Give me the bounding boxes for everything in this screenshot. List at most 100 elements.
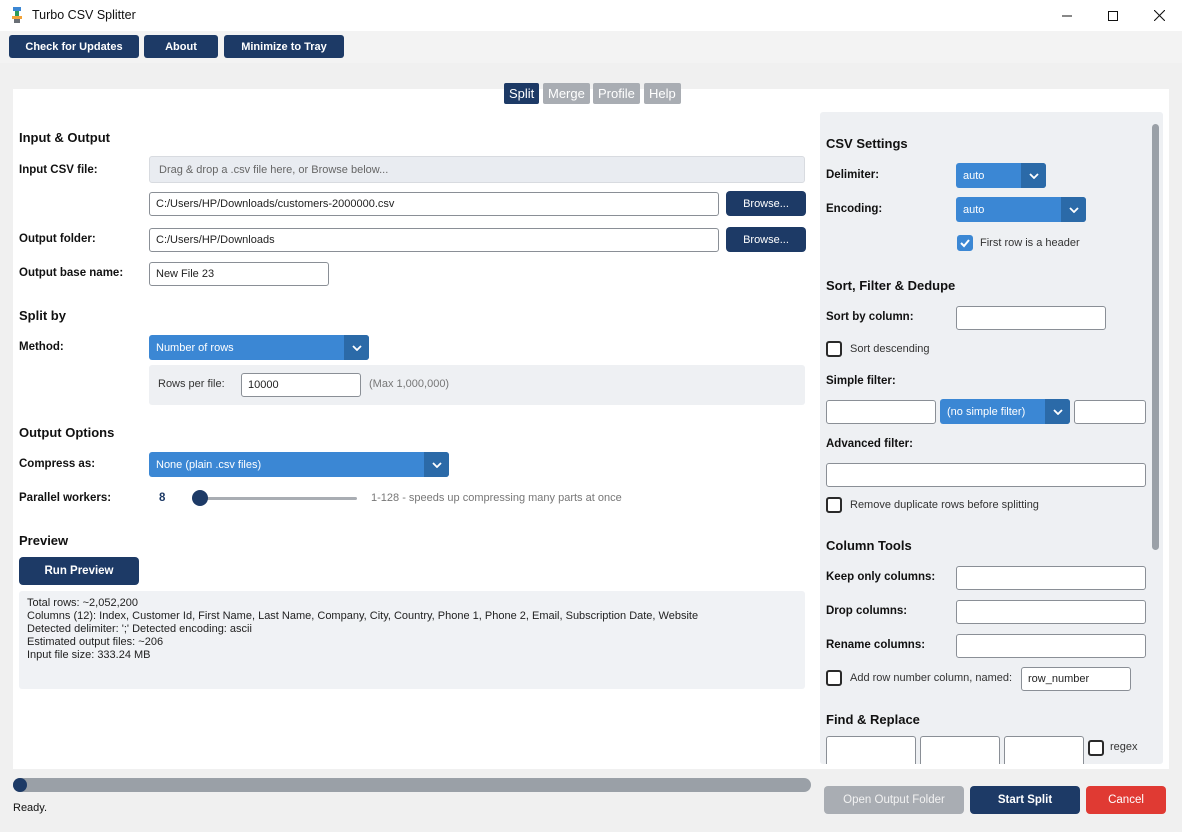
drop-zone[interactable]: Drag & drop a .csv file here, or Browse … xyxy=(149,156,805,183)
tab-merge[interactable]: Merge xyxy=(543,83,590,104)
method-label: Method: xyxy=(19,341,64,353)
find-input[interactable] xyxy=(826,736,916,764)
method-value: Number of rows xyxy=(156,341,234,354)
keep-columns-input[interactable] xyxy=(956,566,1146,590)
regex-checkbox[interactable] xyxy=(1088,740,1104,756)
simple-filter-label: Simple filter: xyxy=(826,375,896,387)
keep-columns-label: Keep only columns: xyxy=(826,571,936,583)
rows-max-hint: (Max 1,000,000) xyxy=(369,378,450,390)
preview-output: Total rows: ~2,052,200 Columns (12): Ind… xyxy=(19,591,805,689)
find-replace-title: Find & Replace xyxy=(826,712,920,727)
cancel-button[interactable]: Cancel xyxy=(1086,786,1166,814)
rows-per-file-label: Rows per file: xyxy=(158,378,225,390)
row-number-label: Add row number column, named: xyxy=(850,672,1013,684)
simple-filter-value-input[interactable] xyxy=(1074,400,1146,424)
window-title: Turbo CSV Splitter xyxy=(32,8,136,22)
minimize-tray-button[interactable]: Minimize to Tray xyxy=(224,35,344,58)
open-output-folder-button[interactable]: Open Output Folder xyxy=(824,786,964,814)
delimiter-value: auto xyxy=(963,169,985,182)
tab-help[interactable]: Help xyxy=(644,83,681,104)
chevron-down-icon xyxy=(344,335,369,360)
title-bar: Turbo CSV Splitter xyxy=(0,0,1182,31)
start-split-button[interactable]: Start Split xyxy=(970,786,1080,814)
tab-split[interactable]: Split xyxy=(504,83,540,104)
sort-column-label: Sort by column: xyxy=(826,311,914,323)
maximize-window-button[interactable] xyxy=(1090,0,1136,31)
run-preview-button[interactable]: Run Preview xyxy=(19,557,139,585)
regex-label: regex xyxy=(1110,741,1138,753)
row-number-checkbox[interactable] xyxy=(826,670,842,686)
encoding-value: auto xyxy=(963,203,985,216)
rows-per-file-input[interactable]: 10000 xyxy=(241,373,361,397)
progress-indicator xyxy=(13,778,27,792)
chevron-down-icon xyxy=(1021,163,1046,188)
sort-column-input[interactable] xyxy=(956,306,1106,330)
workers-value: 8 xyxy=(159,492,166,504)
tab-profile[interactable]: Profile xyxy=(593,83,640,104)
output-basename-label: Output base name: xyxy=(19,267,124,279)
browse-output-button[interactable]: Browse... xyxy=(726,227,806,252)
compress-value: None (plain .csv files) xyxy=(156,458,262,471)
column-tools-title: Column Tools xyxy=(826,538,912,553)
preview-line: Estimated output files: ~206 xyxy=(27,636,164,648)
maximize-icon xyxy=(1108,10,1118,21)
workers-slider-thumb[interactable] xyxy=(192,490,208,506)
replace-column-input[interactable] xyxy=(1004,736,1084,764)
input-csv-label: Input CSV file: xyxy=(19,164,98,176)
advanced-filter-input[interactable] xyxy=(826,463,1146,487)
rename-columns-input[interactable] xyxy=(956,634,1146,658)
advanced-filter-label: Advanced filter: xyxy=(826,438,913,450)
csv-settings-title: CSV Settings xyxy=(826,136,908,151)
rename-columns-label: Rename columns: xyxy=(826,639,926,651)
input-output-title: Input & Output xyxy=(19,130,110,145)
drop-columns-label: Drop columns: xyxy=(826,605,908,617)
simple-filter-operator-select[interactable]: (no simple filter) xyxy=(940,399,1070,424)
about-button[interactable]: About xyxy=(144,35,218,58)
compress-label: Compress as: xyxy=(19,458,96,470)
dedupe-label: Remove duplicate rows before splitting xyxy=(850,499,1039,511)
settings-scrollbar[interactable] xyxy=(1152,124,1159,550)
output-folder-label: Output folder: xyxy=(19,233,96,245)
check-updates-button[interactable]: Check for Updates xyxy=(9,35,139,58)
encoding-select[interactable]: auto xyxy=(956,197,1086,222)
check-icon xyxy=(960,239,970,248)
close-icon xyxy=(1153,10,1165,21)
chevron-down-icon xyxy=(1045,399,1070,424)
dedupe-checkbox[interactable] xyxy=(826,497,842,513)
method-select[interactable]: Number of rows xyxy=(149,335,369,360)
encoding-label: Encoding: xyxy=(826,203,883,215)
chevron-down-icon xyxy=(424,452,449,477)
browse-input-button[interactable]: Browse... xyxy=(726,191,806,216)
delimiter-select[interactable]: auto xyxy=(956,163,1046,188)
app-icon xyxy=(12,7,22,23)
preview-line: Total rows: ~2,052,200 xyxy=(27,597,138,609)
simple-filter-column-input[interactable] xyxy=(826,400,936,424)
status-text: Ready. xyxy=(13,802,48,814)
header-checkbox-label: First row is a header xyxy=(980,237,1080,249)
split-by-title: Split by xyxy=(19,308,66,323)
workers-label: Parallel workers: xyxy=(19,492,112,504)
top-toolbar: Check for Updates About Minimize to Tray xyxy=(0,31,1182,63)
row-number-name-input[interactable]: row_number xyxy=(1021,667,1131,691)
output-options-title: Output Options xyxy=(19,425,115,440)
workers-hint: 1-128 - speeds up compressing many parts… xyxy=(371,492,622,504)
simple-filter-operator-value: (no simple filter) xyxy=(947,405,1026,418)
header-checkbox[interactable] xyxy=(957,235,973,251)
preview-line: Columns (12): Index, Customer Id, First … xyxy=(27,610,699,622)
chevron-down-icon xyxy=(1061,197,1086,222)
compress-select[interactable]: None (plain .csv files) xyxy=(149,452,449,477)
sort-descending-checkbox[interactable] xyxy=(826,341,842,357)
delimiter-label: Delimiter: xyxy=(826,169,880,181)
output-basename-field[interactable]: New File 23 xyxy=(149,262,329,286)
drop-columns-input[interactable] xyxy=(956,600,1146,624)
minimize-window-button[interactable] xyxy=(1044,0,1090,31)
close-window-button[interactable] xyxy=(1136,0,1182,31)
output-folder-field[interactable]: C:/Users/HP/Downloads xyxy=(149,228,719,252)
minimize-icon xyxy=(1062,15,1072,16)
preview-line: Input file size: 333.24 MB xyxy=(27,649,151,661)
input-path-field[interactable]: C:/Users/HP/Downloads/customers-2000000.… xyxy=(149,192,719,216)
workers-slider-track[interactable] xyxy=(192,497,357,500)
replace-input[interactable] xyxy=(920,736,1000,764)
sort-filter-title: Sort, Filter & Dedupe xyxy=(826,278,956,293)
preview-title: Preview xyxy=(19,533,69,548)
